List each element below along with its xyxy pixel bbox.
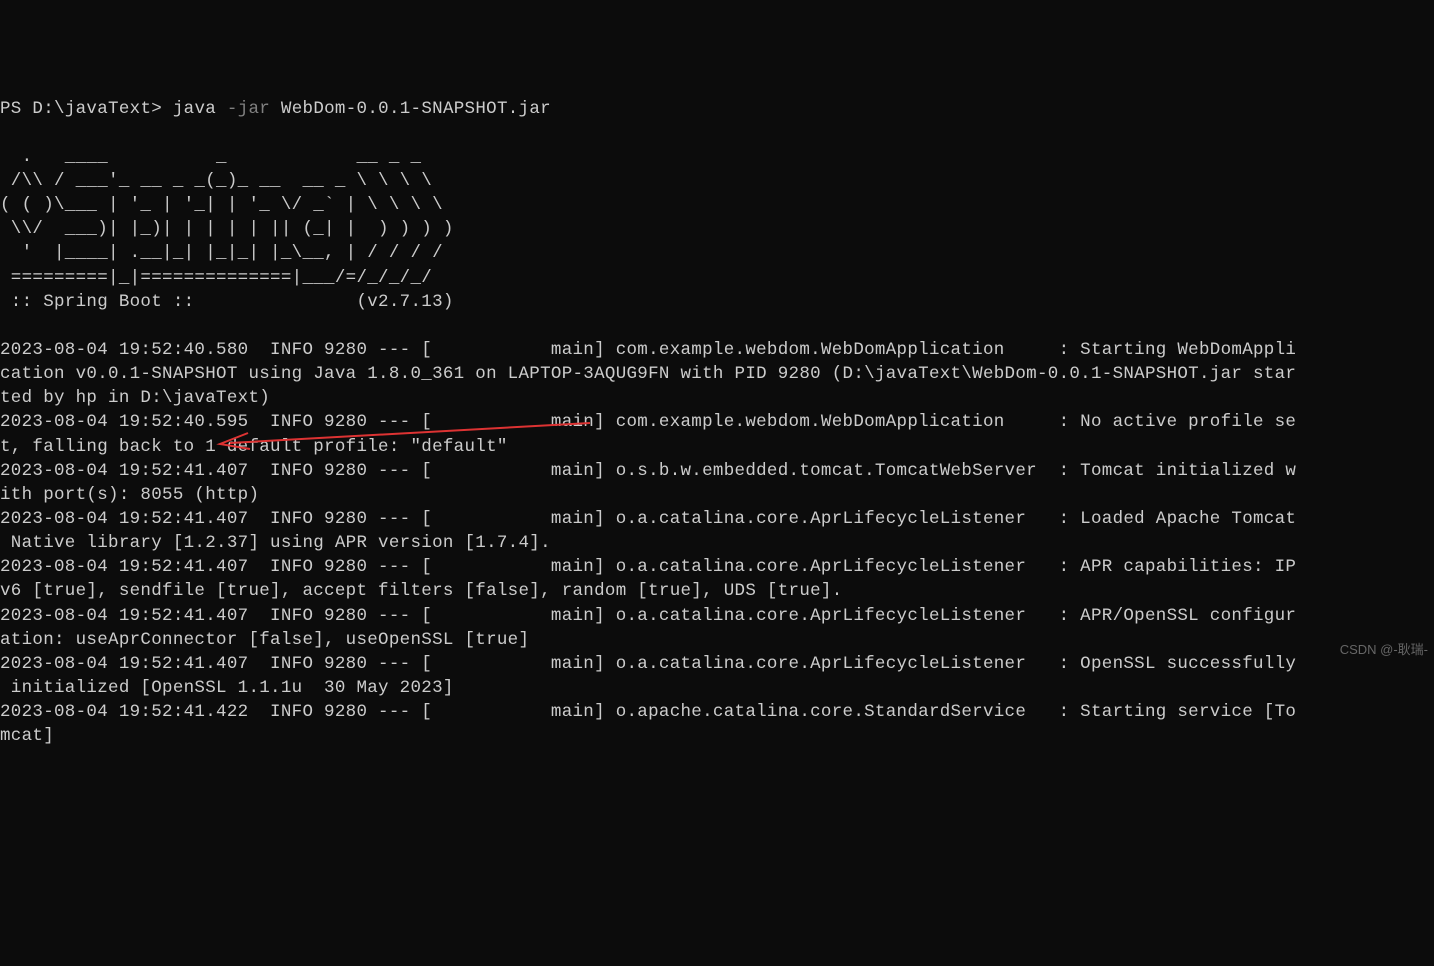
watermark-text: CSDN @-耿瑞- xyxy=(1340,641,1428,659)
log-line: 2023-08-04 19:52:41.407 INFO 9280 --- [ … xyxy=(0,461,1296,481)
log-line: 2023-08-04 19:52:41.407 INFO 9280 --- [ … xyxy=(0,557,1296,577)
log-line: ted by hp in D:\javaText) xyxy=(0,388,270,408)
prompt-shell: PS xyxy=(0,99,22,119)
log-line: v6 [true], sendfile [true], accept filte… xyxy=(0,581,843,601)
command-executable: java xyxy=(173,99,216,119)
prompt-path: D:\javaText> xyxy=(32,99,162,119)
log-line: cation v0.0.1-SNAPSHOT using Java 1.8.0_… xyxy=(0,364,1296,384)
log-line: Native library [1.2.37] using APR versio… xyxy=(0,533,551,553)
log-line: t, falling back to 1 default profile: "d… xyxy=(0,437,508,457)
log-line: 2023-08-04 19:52:41.407 INFO 9280 --- [ … xyxy=(0,606,1296,626)
log-line: 2023-08-04 19:52:41.422 INFO 9280 --- [ … xyxy=(0,702,1296,722)
log-line: 2023-08-04 19:52:41.407 INFO 9280 --- [ … xyxy=(0,509,1296,529)
log-line: 2023-08-04 19:52:40.595 INFO 9280 --- [ … xyxy=(0,412,1296,432)
log-line: ith port(s): 8055 (http) xyxy=(0,485,259,505)
log-line: 2023-08-04 19:52:40.580 INFO 9280 --- [ … xyxy=(0,340,1296,360)
log-line: ation: useAprConnector [false], useOpenS… xyxy=(0,630,529,650)
command-flag: -jar xyxy=(227,99,270,119)
log-line: 2023-08-04 19:52:41.407 INFO 9280 --- [ … xyxy=(0,654,1296,674)
log-line: initialized [OpenSSL 1.1.1u 30 May 2023] xyxy=(0,678,454,698)
terminal-output[interactable]: PS D:\javaText> java -jar WebDom-0.0.1-S… xyxy=(0,97,1434,749)
log-line: mcat] xyxy=(0,726,54,746)
spring-boot-banner: . ____ _ __ _ _ /\\ / ___'_ __ _ _(_)_ _… xyxy=(0,147,454,312)
command-argument: WebDom-0.0.1-SNAPSHOT.jar xyxy=(281,99,551,119)
